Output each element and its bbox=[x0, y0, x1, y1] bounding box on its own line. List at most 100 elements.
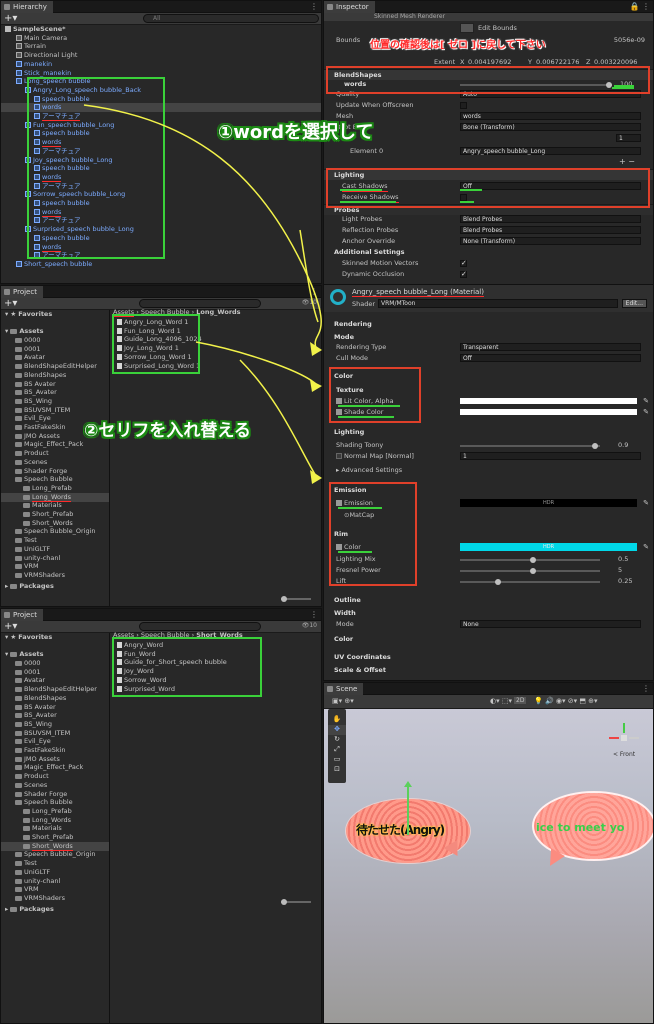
scene-tab[interactable]: Scene bbox=[324, 683, 364, 695]
folder-item[interactable]: Magic_Effect_Pack bbox=[15, 440, 83, 449]
mesh-field[interactable]: words bbox=[460, 112, 641, 120]
folder-item[interactable]: Short_Prefab bbox=[23, 510, 73, 519]
folder-item[interactable]: Short_Words bbox=[23, 519, 73, 528]
fresnel-value[interactable]: 5 bbox=[618, 565, 622, 575]
update-offscreen-checkbox[interactable] bbox=[460, 102, 467, 109]
rotate-tool-icon[interactable]: ↻ bbox=[328, 735, 346, 745]
folder-item[interactable]: BS_Wing bbox=[15, 397, 52, 406]
folder-item[interactable]: UniGLTF bbox=[15, 545, 50, 554]
add-icon[interactable]: +▾ bbox=[4, 621, 17, 633]
lighting-mix-slider[interactable] bbox=[460, 557, 600, 563]
hierarchy-item[interactable]: manekin bbox=[16, 60, 52, 69]
folder-item[interactable]: BlendShapes bbox=[15, 694, 66, 703]
folder-item[interactable]: Evil_Eye bbox=[15, 737, 51, 746]
reflection-probes-dropdown[interactable]: Blend Probes bbox=[460, 226, 641, 234]
hierarchy-item[interactable]: Directional Light bbox=[16, 51, 77, 60]
folder-item[interactable]: Evil_Eye bbox=[15, 414, 51, 423]
favorites-item[interactable]: ▾ ★ Favorites bbox=[5, 310, 52, 319]
texture-slot-icon[interactable] bbox=[336, 453, 342, 459]
additional-settings-header[interactable]: Additional Settings bbox=[324, 247, 653, 257]
materials-size[interactable]: 1 bbox=[616, 134, 641, 142]
hierarchy-item[interactable]: Main Camera bbox=[16, 34, 67, 43]
folder-item[interactable]: VRM bbox=[15, 885, 39, 894]
folder-item[interactable]: VRMShaders bbox=[15, 571, 65, 580]
folder-item[interactable]: Shader Forge bbox=[15, 467, 67, 476]
folder-item[interactable]: 0001 bbox=[15, 345, 41, 354]
add-icon[interactable]: +▾ bbox=[4, 13, 17, 25]
shader-dropdown[interactable]: VRM/MToon bbox=[378, 299, 618, 308]
folder-item[interactable]: Short_Prefab bbox=[23, 833, 73, 842]
root-bone-field[interactable]: Bone (Transform) bbox=[460, 123, 641, 131]
assets-root[interactable]: ▾ Assets bbox=[5, 327, 44, 336]
folder-item[interactable]: Long_Prefab bbox=[23, 484, 72, 493]
rim-color-swatch[interactable]: HDR bbox=[460, 543, 637, 551]
normal-map-scale[interactable]: 1 bbox=[460, 452, 641, 460]
folder-item[interactable]: BlendShapeEditHelper bbox=[15, 685, 97, 694]
packages-root[interactable]: ▸ Packages bbox=[5, 582, 54, 591]
folder-item[interactable]: 0000 bbox=[15, 336, 41, 345]
panel-menu-icon[interactable]: 🔒 ⋮ bbox=[629, 1, 650, 13]
folder-item[interactable]: Magic_Effect_Pack bbox=[15, 763, 83, 772]
favorites-item[interactable]: ▾ ★ Favorites bbox=[5, 633, 52, 642]
folder-item[interactable]: BS_Avater bbox=[15, 388, 57, 397]
folder-item[interactable]: BSUVSM_ITEM bbox=[15, 406, 70, 415]
lit-color-swatch[interactable] bbox=[460, 398, 637, 404]
advanced-settings-row[interactable]: ▸ Advanced Settings bbox=[324, 465, 653, 475]
folder-item[interactable]: Test bbox=[15, 536, 37, 545]
light-probes-dropdown[interactable]: Blend Probes bbox=[460, 215, 641, 223]
panel-menu-icon[interactable]: ⋮ bbox=[642, 683, 650, 695]
fresnel-slider[interactable] bbox=[460, 568, 600, 574]
folder-item[interactable]: JMO Assets bbox=[15, 755, 60, 764]
assets-root[interactable]: ▾ Assets bbox=[5, 650, 44, 659]
hierarchy-item[interactable]: Short_speech bubble bbox=[16, 260, 92, 269]
folder-item[interactable]: Long_Prefab bbox=[23, 807, 72, 816]
folder-item[interactable]: BS_Avater bbox=[15, 711, 57, 720]
search-input[interactable]: All bbox=[143, 14, 319, 23]
emission-color-swatch[interactable]: HDR bbox=[460, 499, 637, 507]
slider-knob[interactable] bbox=[530, 557, 536, 563]
folder-item[interactable]: Long_Words bbox=[23, 816, 71, 825]
folder-item[interactable]: Product bbox=[15, 772, 49, 781]
folder-item[interactable]: BlendShapes bbox=[15, 371, 66, 380]
shade-color-swatch[interactable] bbox=[460, 409, 637, 415]
folder-item[interactable]: VRM bbox=[15, 562, 39, 571]
inspector-tab[interactable]: Inspector bbox=[324, 1, 375, 13]
gizmo-x[interactable] bbox=[609, 737, 619, 739]
gizmo-neg-x[interactable] bbox=[629, 737, 639, 739]
packages-root[interactable]: ▸ Packages bbox=[5, 905, 54, 914]
folder-item[interactable]: Speech Bubble_Origin bbox=[15, 850, 96, 859]
folder-item[interactable]: Shader Forge bbox=[15, 790, 67, 799]
folder-item[interactable]: VRMShaders bbox=[15, 894, 65, 903]
project1-tab[interactable]: Project bbox=[1, 286, 43, 298]
folder-item[interactable]: Materials bbox=[23, 824, 62, 833]
move-tool-icon[interactable]: ✥ bbox=[328, 725, 346, 735]
folder-item[interactable]: Scenes bbox=[15, 781, 47, 790]
hierarchy-item[interactable]: Terrain bbox=[16, 42, 46, 51]
folder-item[interactable]: Speech Bubble bbox=[15, 475, 73, 484]
edit-bounds-button[interactable]: Edit Bounds bbox=[460, 23, 517, 33]
eye-count[interactable]: 👁10 bbox=[302, 299, 317, 306]
move-gizmo-head[interactable] bbox=[404, 781, 412, 787]
transform-tool-icon[interactable]: ⊡ bbox=[328, 765, 346, 775]
edit-shader-button[interactable]: Edit... bbox=[621, 299, 647, 308]
folder-item[interactable]: Short_Words bbox=[23, 841, 73, 851]
folder-item[interactable]: Test bbox=[15, 859, 37, 868]
folder-item[interactable]: unity-chanl bbox=[15, 554, 60, 563]
lighting-mix-value[interactable]: 0.5 bbox=[618, 554, 628, 564]
folder-item[interactable]: Speech Bubble_Origin bbox=[15, 527, 96, 536]
eye-count[interactable]: 👁10 bbox=[302, 622, 317, 629]
slider-knob[interactable] bbox=[592, 443, 598, 449]
folder-item[interactable]: 0000 bbox=[15, 659, 41, 668]
eyedropper-icon[interactable]: ✎ bbox=[643, 498, 649, 508]
breadcrumb-current[interactable]: Long_Words bbox=[196, 308, 240, 316]
panel-menu-icon[interactable]: ⋮ bbox=[310, 286, 318, 298]
gizmo-center[interactable] bbox=[621, 735, 627, 741]
folder-item[interactable]: BSUVSM_ITEM bbox=[15, 729, 70, 738]
search-input[interactable] bbox=[139, 299, 261, 308]
eyedropper-icon[interactable]: ✎ bbox=[643, 542, 649, 552]
dynamic-occlusion-checkbox[interactable] bbox=[460, 269, 467, 279]
folder-item[interactable]: Product bbox=[15, 449, 49, 458]
folder-item[interactable]: BlendShapeEditHelper bbox=[15, 362, 97, 371]
projection-label[interactable]: < Front bbox=[613, 751, 635, 758]
skinned-motion-checkbox[interactable] bbox=[460, 258, 467, 268]
